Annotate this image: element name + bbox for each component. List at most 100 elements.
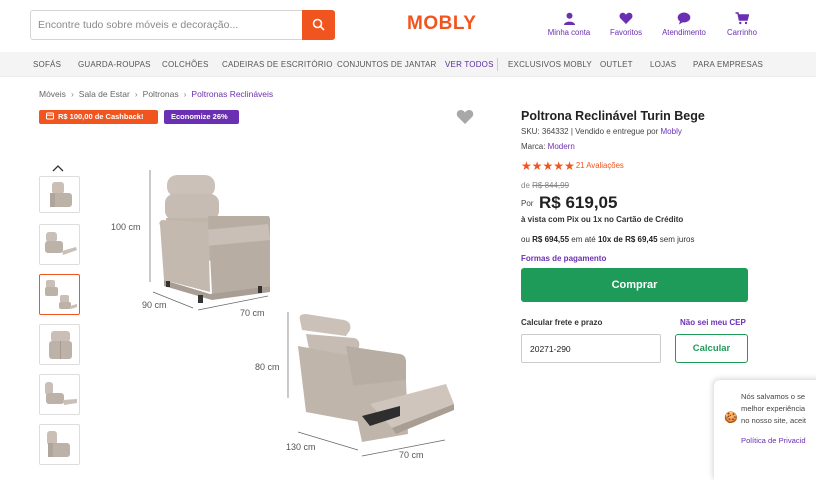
dim-top-width: 70 cm [240, 308, 265, 318]
star-icon: ★ [542, 159, 554, 173]
nav-item-ver-todos[interactable]: VER TODOS [445, 60, 494, 69]
reviews-link[interactable]: 21 Avaliações [576, 161, 624, 170]
inst-parcel: 10x de R$ 69,45 [597, 235, 658, 244]
privacy-policy-link[interactable]: Política de Privacid [741, 436, 806, 445]
chair-reclined-illustration [287, 312, 454, 457]
installments: ou R$ 694,55 em até 10x de R$ 69,45 sem … [521, 235, 694, 244]
cep-value: 20271-290 [530, 344, 571, 354]
star-icon: ★ [531, 159, 543, 173]
seller-link[interactable]: Mobly [661, 127, 682, 136]
nav-item-empresas[interactable]: PARA EMPRESAS [693, 60, 763, 69]
thumbnail-4[interactable] [39, 324, 80, 365]
nav-item-lojas[interactable]: LOJAS [650, 60, 676, 69]
my-account-label: Minha conta [547, 28, 591, 37]
breadcrumb: Móveis › Sala de Estar › Poltronas › Poltronas… [39, 89, 273, 99]
discount-text: Economize 26% [171, 112, 228, 121]
chevron-right-icon: › [183, 89, 187, 99]
price: R$ 619,05 [539, 193, 618, 212]
favorites-label: Favoritos [609, 28, 643, 37]
cashback-badge: R$ 100,00 de Cashback! [39, 110, 158, 124]
sku-text: SKU: 364332 | Vendido e entregue por [521, 127, 661, 136]
cart-label: Carrinho [727, 28, 757, 37]
brand-link[interactable]: Modern [548, 142, 575, 151]
nav-item-cadeiras-escritorio[interactable]: CADEIRAS DE ESCRITÓRIO [222, 60, 333, 69]
support-label: Atendimento [662, 28, 706, 37]
shipping-label: Calcular frete e prazo [521, 318, 603, 327]
cookie-icon: 🍪 [724, 412, 738, 424]
cart-icon [735, 12, 749, 25]
cart-button[interactable]: Carrinho [712, 12, 772, 37]
cookie-line-2: melhor experiência [741, 404, 806, 414]
nav-item-sofas[interactable]: SOFÁS [33, 60, 61, 69]
old-price: de R$ 844,99 [521, 181, 569, 190]
nav-item-guarda-roupas[interactable]: GUARDA-ROUPAS [78, 60, 151, 69]
support-button[interactable]: Atendimento [654, 12, 714, 37]
category-nav: SOFÁS GUARDA-ROUPAS COLCHÕES CADEIRAS DE… [0, 52, 816, 77]
product-main-image[interactable]: 100 cm 90 cm 70 cm 80 cm 130 cm 70 cm [100, 150, 480, 470]
user-icon [563, 12, 575, 25]
header: Encontre tudo sobre móveis e decoração..… [0, 0, 816, 52]
cookie-line-1: Nós salvamos o se [741, 392, 806, 401]
chevron-right-icon: › [70, 89, 74, 99]
breadcrumb-sala[interactable]: Sala de Estar [79, 89, 130, 99]
thumbnail-6[interactable] [39, 424, 80, 465]
dim-bottom-depth: 130 cm [286, 442, 316, 452]
dim-bottom-width: 70 cm [399, 450, 424, 460]
search-button[interactable] [302, 10, 335, 40]
star-icon: ★ [553, 159, 565, 173]
my-account-button[interactable]: Minha conta [539, 12, 599, 37]
nav-item-conjuntos-jantar[interactable]: CONJUNTOS DE JANTAR [337, 60, 437, 69]
old-price-value: R$ 844,99 [532, 181, 570, 190]
favorites-button[interactable]: Favoritos [596, 12, 656, 37]
thumbnail-1[interactable] [39, 176, 80, 213]
chevron-right-icon: › [134, 89, 138, 99]
inst-end: sem juros [657, 235, 695, 244]
breadcrumb-moveis[interactable]: Móveis [39, 89, 66, 99]
inst-mid: em até [569, 235, 598, 244]
cookie-banner: Nós salvamos o se melhor experiência no … [714, 380, 816, 480]
search-input[interactable]: Encontre tudo sobre móveis e decoração..… [38, 19, 238, 31]
nav-divider [497, 58, 498, 71]
product-sku: SKU: 364332 | Vendido e entregue por Mob… [521, 127, 682, 136]
product-brand: Marca: Modern [521, 142, 575, 151]
discount-badge: Economize 26% [164, 110, 239, 124]
thumbnail-2[interactable] [39, 224, 80, 265]
breadcrumb-poltronas[interactable]: Poltronas [143, 89, 179, 99]
breadcrumb-current[interactable]: Poltronas Reclináveis [191, 89, 273, 99]
rating: ★★★★★21 Avaliações [521, 157, 624, 175]
nav-item-outlet[interactable]: OUTLET [600, 60, 633, 69]
thumbnail-5[interactable] [39, 374, 80, 415]
dim-top-depth: 90 cm [142, 300, 167, 310]
product-title: Poltrona Reclinável Turin Bege [521, 109, 705, 123]
payment-methods-link[interactable]: Formas de pagamento [521, 254, 606, 263]
dim-top-height: 100 cm [111, 222, 141, 232]
pix-info: à vista com Pix ou 1x no Cartão de Crédi… [521, 215, 684, 224]
favorite-button[interactable] [456, 109, 474, 130]
mobly-logo[interactable]: MOBLY [407, 13, 476, 35]
nav-item-colchoes[interactable]: COLCHÕES [162, 60, 209, 69]
heart-icon [456, 110, 474, 124]
chat-icon [677, 12, 691, 25]
inst-total: R$ 694,55 [532, 235, 570, 244]
cookie-text: Nós salvamos o se melhor experiência no … [741, 391, 806, 428]
buy-button[interactable]: Comprar [521, 268, 748, 302]
chevron-up-icon [52, 165, 64, 172]
star-icon: ★ [564, 159, 575, 173]
heart-icon [619, 12, 633, 24]
product-page: Encontre tudo sobre móveis e decoração..… [0, 0, 816, 480]
cashback-icon [46, 112, 54, 120]
thumbnail-3-selected[interactable] [39, 274, 80, 315]
star-icon: ★ [521, 159, 532, 173]
inst-ou: ou [521, 235, 533, 244]
cep-help-link[interactable]: Não sei meu CEP [680, 318, 746, 327]
chair-upright-illustration [149, 170, 270, 311]
search-box[interactable]: Encontre tudo sobre móveis e decoração..… [30, 10, 335, 40]
calculate-shipping-button[interactable]: Calcular [675, 334, 748, 363]
cookie-line-3: no nosso site, aceit [741, 416, 807, 426]
dim-bottom-height: 80 cm [255, 362, 280, 372]
cep-input[interactable]: 20271-290 [521, 334, 661, 363]
search-icon [312, 18, 325, 31]
cashback-text: R$ 100,00 de Cashback! [58, 112, 144, 121]
old-price-prefix: de [521, 181, 533, 190]
nav-item-exclusivos[interactable]: EXCLUSIVOS MOBLY [508, 60, 592, 69]
